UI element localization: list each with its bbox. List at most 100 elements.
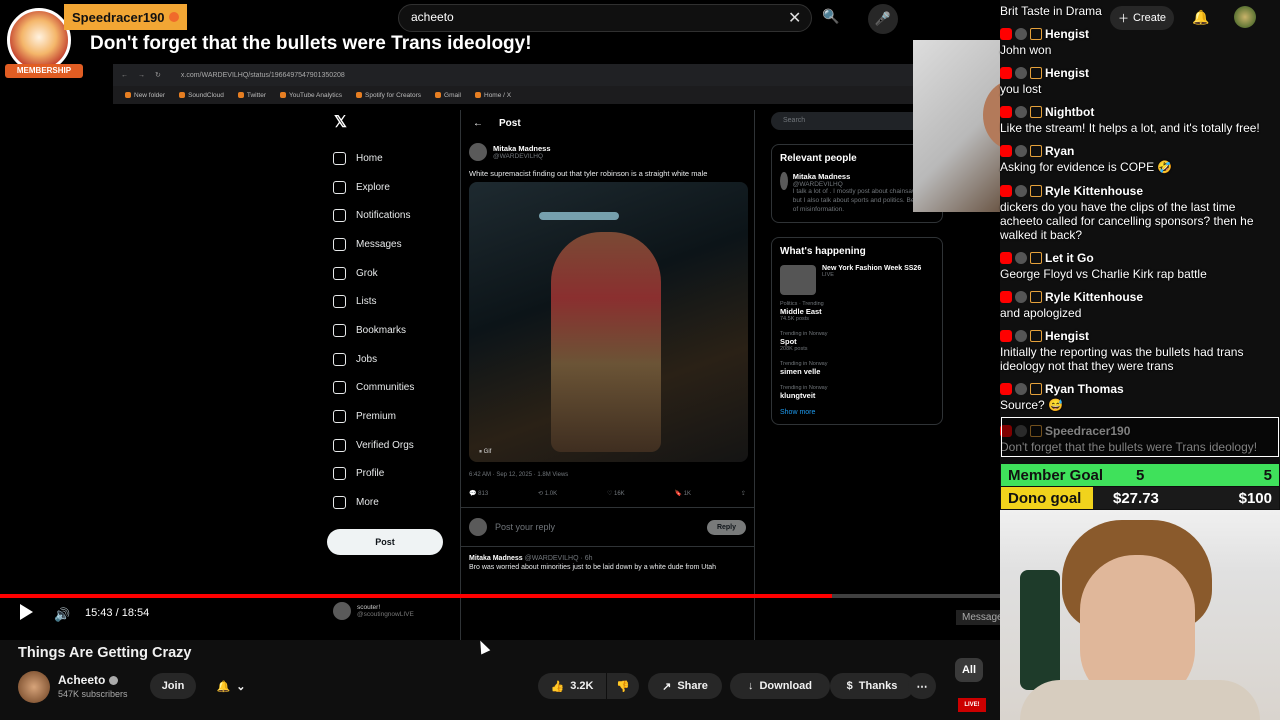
x-post-header: ← Post [461, 110, 754, 137]
chat-message: Hengist John won [1000, 25, 1280, 57]
volume-icon[interactable]: 🔊 [54, 607, 70, 623]
member-badge-icon [1030, 252, 1042, 264]
reply-placeholder: Post your reply [495, 522, 556, 532]
share-icon: ↗ [662, 680, 672, 693]
explore-icon [333, 180, 346, 194]
x-nav-label: Explore [356, 181, 390, 193]
thanks-button[interactable]: $ Thanks [830, 673, 914, 699]
share-button[interactable]: ↗ Share [648, 673, 722, 699]
download-icon: ↓ [747, 680, 754, 692]
x-nav-label: Jobs [356, 353, 378, 365]
more-actions-button[interactable]: ⋯ [908, 673, 936, 699]
tweet-author-name: Mitaka Madness [493, 144, 551, 153]
chat-message: Ryle Kittenhouse and apologized [1000, 288, 1280, 320]
chat-text: you lost [1000, 82, 1042, 96]
member-badge-icon [1030, 330, 1042, 342]
chip-all[interactable]: All [955, 658, 983, 682]
verified-orgs-icon [333, 438, 346, 452]
youtube-icon [1000, 252, 1012, 264]
chat-text: George Floyd vs Charlie Kirk rap battle [1000, 267, 1207, 281]
streamer-shirt [1020, 680, 1260, 720]
member-goal-target: 5 [1263, 466, 1272, 484]
bookmarks-icon [333, 323, 346, 337]
gif-person [551, 232, 661, 452]
progress-bar[interactable] [0, 594, 1000, 598]
chevron-down-icon: ⌄ [236, 680, 246, 693]
bookmark-count: 🔖 1K [674, 491, 692, 497]
x-post-title: Post [499, 118, 521, 129]
back-icon: ← [121, 71, 128, 79]
member-badge-icon [1030, 383, 1042, 395]
notifications-icon [333, 209, 346, 223]
channel-name[interactable]: Acheeto [58, 673, 119, 687]
x-nav-label: More [356, 497, 379, 509]
notify-button[interactable]: 🔔 ⌄ [204, 673, 258, 699]
trend-name: simen velle [780, 367, 821, 377]
chat-avatar [1015, 330, 1027, 342]
tweet-gif: ⏸ Gif [469, 182, 748, 462]
video-player[interactable]: ← → ↻ x.com/WARDEVILHQ/status/1966497547… [0, 0, 1000, 640]
reply-count: 💬 813 [469, 491, 489, 497]
chat-message: Hengist Initially the reporting was the b… [1000, 327, 1280, 373]
dono-goal-bar: Dono goal $27.73 $100 [1001, 487, 1279, 509]
chat-avatar [1015, 67, 1027, 79]
like-icon: 👍 [550, 680, 565, 693]
like-button[interactable]: 👍 3.2K [538, 673, 606, 699]
download-button[interactable]: ↓ Download [730, 673, 830, 699]
avatar [780, 172, 788, 190]
event-name: New York Fashion Week SS26 [822, 265, 922, 273]
thanks-icon: $ [846, 680, 853, 692]
live-tag: LIVE! [958, 698, 986, 712]
chat-avatar [1015, 252, 1027, 264]
whats-happening: What's happening New York Fashion Week S… [771, 237, 943, 426]
time-display: 15:43 / 18:54 [85, 607, 150, 619]
search-icon[interactable]: 🔍 [822, 8, 839, 25]
chat-username: Nightbot [1045, 105, 1095, 119]
clear-search-icon[interactable]: ✕ [788, 8, 801, 28]
share-icon: ⇪ [740, 491, 746, 497]
dono-goal-current: $27.73 [1113, 489, 1159, 507]
member-goal-label: Member Goal [1008, 466, 1104, 484]
show-more-link: Show more [780, 409, 816, 417]
guest-webcam [913, 40, 1000, 212]
reply-button: Reply [706, 519, 746, 535]
channel-avatar[interactable] [18, 671, 50, 703]
avatar [469, 143, 487, 161]
happening-title: What's happening [780, 246, 866, 258]
reply-composer: Post your reply Reply [461, 508, 754, 547]
chat-username: Hengist [1045, 329, 1090, 343]
chat-message: Ryan Thomas Source? 😅 [1000, 380, 1280, 412]
bookmark-item: Twitter [238, 92, 266, 99]
join-button[interactable]: Join [150, 673, 196, 699]
trend-count: 208K posts [780, 346, 808, 353]
stream-layout: ← → ↻ x.com/WARDEVILHQ/status/1966497547… [0, 0, 1280, 720]
trend-name: klungtveit [780, 391, 816, 401]
x-post-button: Post [327, 528, 443, 555]
embedded-browser: ← → ↻ x.com/WARDEVILHQ/status/1966497547… [113, 64, 943, 640]
chat-message: Ryan Asking for evidence is COPE 🤣 [1000, 142, 1280, 174]
search-input[interactable]: acheeto [398, 4, 812, 32]
play-button[interactable] [20, 604, 33, 620]
membership-ribbon: MEMBERSHIP [5, 64, 83, 78]
avatar [333, 602, 351, 620]
reload-icon: ↻ [155, 72, 161, 79]
member-goal-bar: Member Goal 5 5 [1001, 464, 1279, 486]
chat-message: Brit Taste in Drama [1000, 4, 1280, 18]
chat-text: Asking for evidence is COPE 🤣 [1000, 160, 1173, 174]
tweet-text: White supremacist finding out that tyler… [469, 169, 708, 178]
trend-name: Spot [780, 337, 797, 347]
x-nav-label: Lists [356, 296, 377, 308]
x-nav-item-lists: Lists [327, 287, 457, 316]
donor-message: Don't forget that the bullets were Trans… [76, 30, 546, 58]
mic-icon[interactable]: 🎤 [868, 4, 898, 34]
repost-count: ⟲ 1.0K [538, 491, 558, 497]
x-nav-label: Messages [356, 238, 402, 250]
x-nav: 𝕏 Home Explore Notifications Messages Grok Li… [327, 112, 457, 555]
x-nav-label: Notifications [356, 210, 411, 222]
chat-avatar [1015, 383, 1027, 395]
chat-text: Source? 😅 [1000, 398, 1063, 412]
chat-username: Ryan Thomas [1045, 382, 1124, 396]
x-nav-item-jobs: Jobs [327, 345, 457, 374]
dislike-button[interactable]: 👎 [607, 673, 639, 699]
donor-name-bar: Speedracer190 [64, 4, 187, 30]
